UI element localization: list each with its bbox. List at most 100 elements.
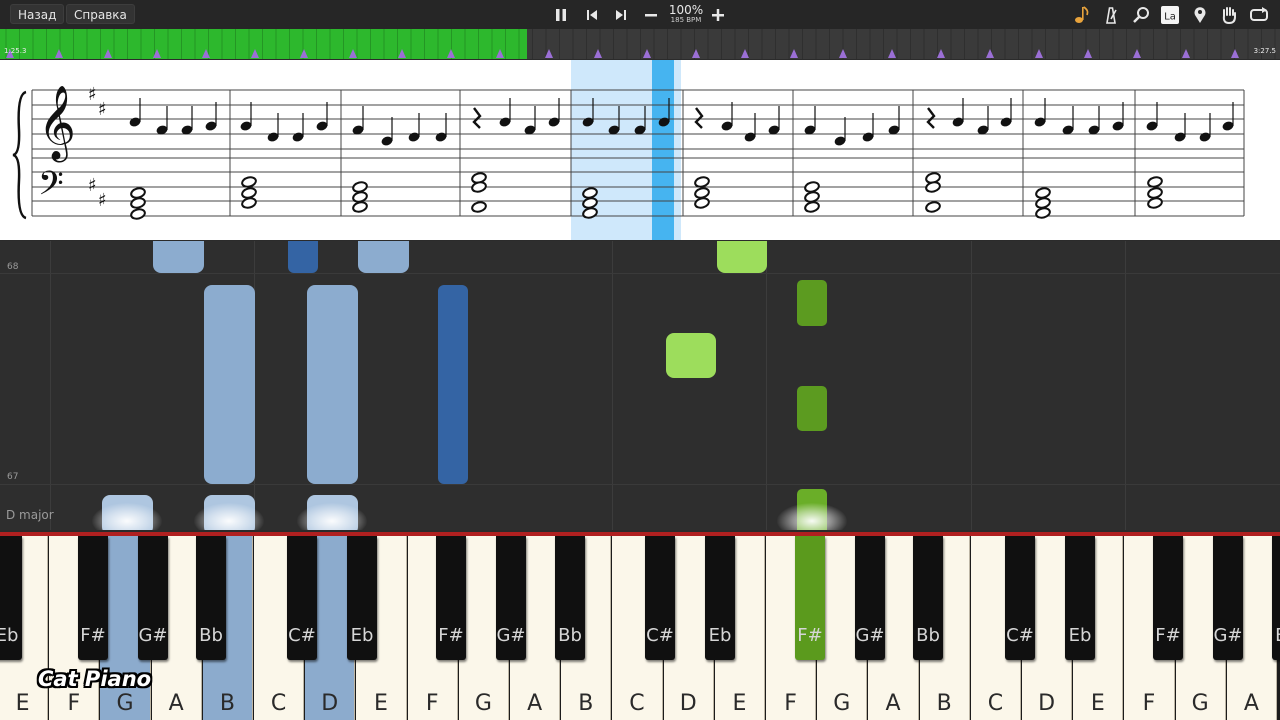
key-label: D <box>679 691 697 716</box>
metronome-button[interactable] <box>1100 5 1122 25</box>
timeline-marker <box>643 49 651 58</box>
location-pin-icon <box>1194 7 1206 23</box>
loop-button[interactable] <box>1248 5 1270 25</box>
black-key[interactable]: G# <box>855 536 885 660</box>
note-names-button[interactable]: La <box>1159 5 1181 25</box>
black-key[interactable]: C# <box>287 536 317 660</box>
svg-text:La: La <box>1164 12 1176 23</box>
black-key[interactable]: Eb <box>0 536 22 660</box>
chord-note <box>130 187 146 199</box>
key-label: B <box>936 691 952 716</box>
timeline-marker <box>1182 49 1190 58</box>
sheet-music: 𝄞 𝄢 ♯ ♯ ♯ ♯ <box>0 60 1280 240</box>
timeline-marker <box>888 49 896 58</box>
chord-note <box>694 176 710 188</box>
toolbar: Назад Справка 100% 185 BPM La <box>0 0 1280 29</box>
key-label: Eb <box>0 625 19 646</box>
black-key[interactable]: G# <box>138 536 168 660</box>
current-time: 1:25.3 <box>4 47 27 55</box>
timeline-marker <box>496 49 504 58</box>
key-label: Bb <box>558 625 582 646</box>
chord-note <box>925 201 941 213</box>
timeline-marker <box>986 49 994 58</box>
total-time: 3:27.5 <box>1253 47 1276 55</box>
black-key[interactable]: Bb <box>555 536 585 660</box>
black-key[interactable]: G# <box>496 536 526 660</box>
black-key[interactable]: F# <box>1153 536 1183 660</box>
key-label: G# <box>1213 625 1243 646</box>
key-label: B <box>578 691 594 716</box>
key-label: E <box>15 691 30 716</box>
chord-note <box>352 201 368 213</box>
skip-forward-button[interactable] <box>610 4 632 26</box>
key-label: C <box>629 691 645 716</box>
score-playhead <box>652 60 674 240</box>
hand-icon <box>1222 7 1236 25</box>
pause-button[interactable] <box>550 4 572 26</box>
key-label: E <box>1090 691 1105 716</box>
key-label: A <box>885 691 901 716</box>
black-key[interactable]: Bb <box>1272 536 1280 660</box>
key-label: F <box>784 691 797 716</box>
key-label: C# <box>646 625 674 646</box>
timeline-marker <box>251 49 259 58</box>
piano-keyboard: E F G A B C D E F G A B C D E F G A B C D E F G A Eb F# G# Bb C# Eb F#… <box>0 536 1280 720</box>
falling-note <box>797 386 827 431</box>
black-key[interactable]: Bb <box>913 536 943 660</box>
key-label: G <box>116 691 134 716</box>
search-button[interactable] <box>1130 5 1152 25</box>
key-label: F# <box>438 625 464 646</box>
key-label: G <box>474 691 492 716</box>
black-key[interactable]: C# <box>1005 536 1035 660</box>
brand-watermark: Cat Piano <box>38 667 152 691</box>
key-label: A <box>1243 691 1259 716</box>
zoom-out-button[interactable] <box>640 4 662 26</box>
key-label: F# <box>80 625 106 646</box>
back-button[interactable]: Назад <box>10 4 65 24</box>
help-button[interactable]: Справка <box>66 4 135 24</box>
black-key[interactable]: Eb <box>705 536 735 660</box>
black-key[interactable]: Eb <box>1065 536 1095 660</box>
key-label: C <box>270 691 287 716</box>
timeline-marker <box>104 49 112 58</box>
timeline-marker <box>741 49 749 58</box>
zoom-in-button[interactable] <box>707 4 729 26</box>
quarter-rest-icon <box>472 107 482 129</box>
piano-roll: 68 67 D major <box>0 241 1280 530</box>
key-label: D <box>321 691 339 716</box>
note-color-button[interactable] <box>1071 5 1093 25</box>
chord-note <box>1147 187 1163 199</box>
note-color-icon <box>1075 6 1089 23</box>
key-label: Bb <box>199 625 223 646</box>
timeline-scrubber[interactable]: 1:25.3 3:27.5 <box>0 29 1280 59</box>
black-key[interactable]: F# <box>78 536 108 660</box>
note-names-icon: La <box>1161 6 1179 24</box>
black-key[interactable]: C# <box>645 536 675 660</box>
sharp-icon: ♯ <box>98 99 107 120</box>
black-key[interactable]: G# <box>1213 536 1243 660</box>
sharp-icon: ♯ <box>88 175 97 196</box>
marker-button[interactable] <box>1189 5 1211 25</box>
timeline-marker <box>300 49 308 58</box>
key-label: E <box>732 691 747 716</box>
falling-note <box>438 285 468 484</box>
falling-note <box>358 241 409 273</box>
hands-button[interactable] <box>1218 5 1240 25</box>
key-label: G <box>833 691 851 716</box>
key-label: A <box>527 691 543 716</box>
timeline-marker <box>1035 49 1043 58</box>
black-key[interactable]: Bb <box>196 536 226 660</box>
falling-note <box>153 241 204 273</box>
falling-note <box>666 333 716 378</box>
black-key[interactable]: F# <box>795 536 825 660</box>
falling-note <box>204 285 255 484</box>
treble-clef-icon: 𝄞 <box>38 86 76 163</box>
key-label: C# <box>288 625 316 646</box>
key-label: F <box>67 691 81 716</box>
key-label: B <box>219 691 235 716</box>
black-key[interactable]: F# <box>436 536 466 660</box>
key-hit-glow <box>777 503 847 530</box>
skip-back-button[interactable] <box>581 4 603 26</box>
black-key[interactable]: Eb <box>347 536 377 660</box>
key-label: Bb <box>916 625 940 646</box>
